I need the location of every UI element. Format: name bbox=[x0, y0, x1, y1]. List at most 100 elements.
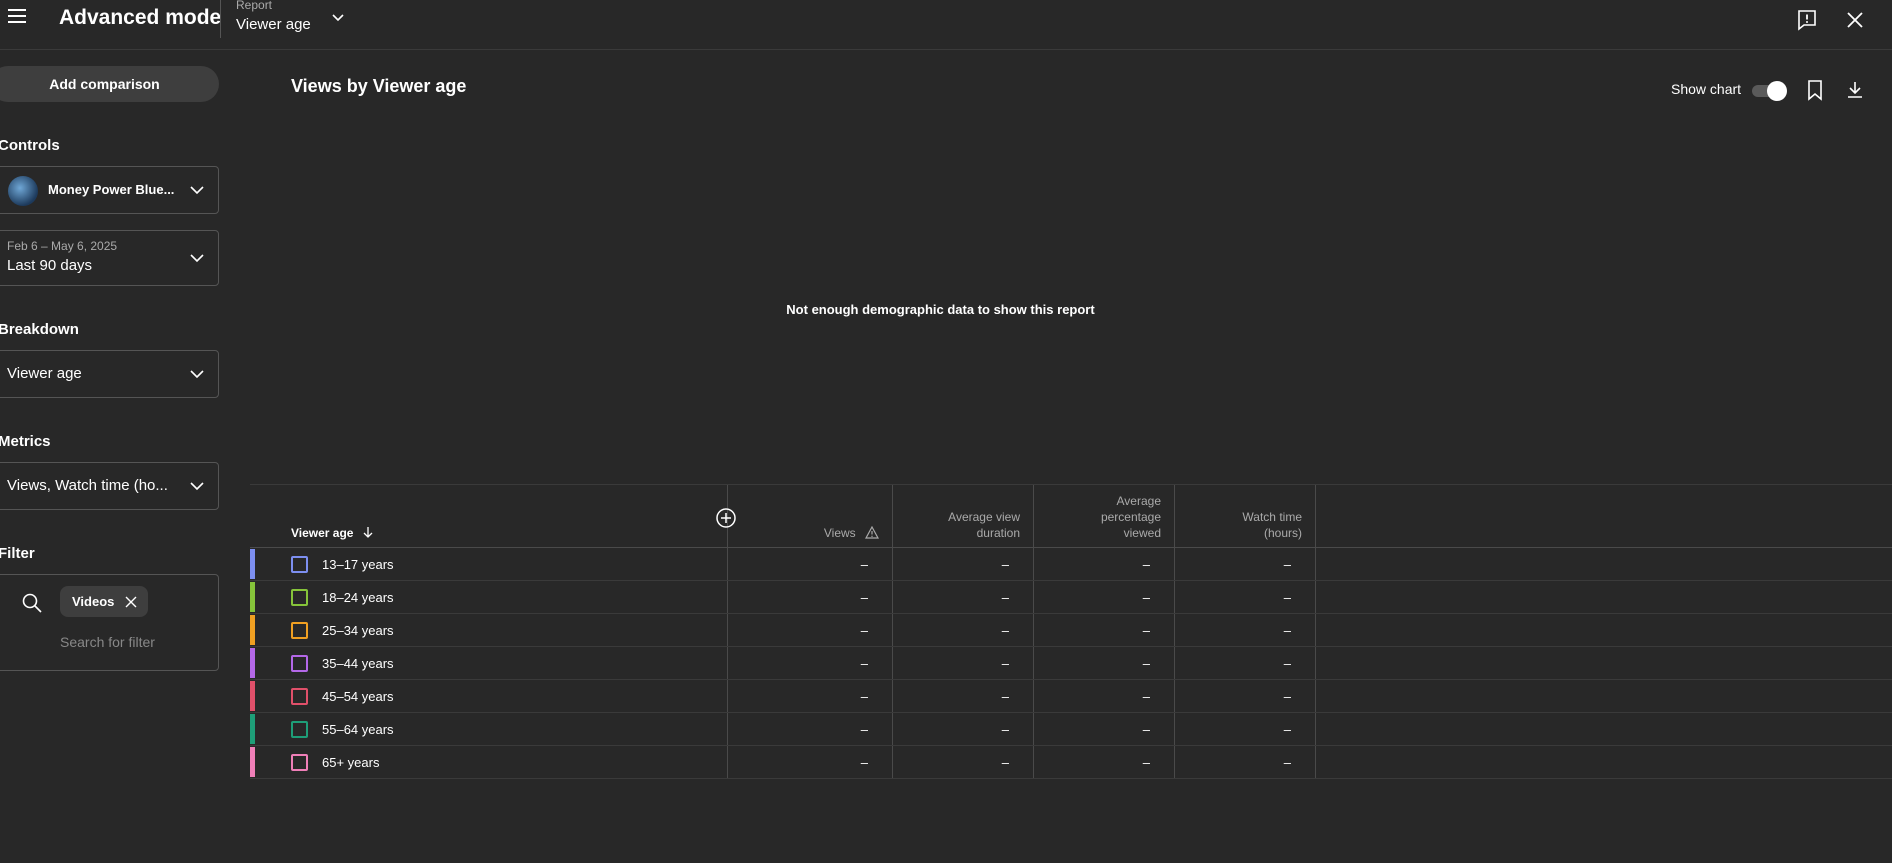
row-color-bar bbox=[250, 615, 255, 645]
chevron-down-icon bbox=[332, 14, 344, 22]
channel-select[interactable]: Money Power Blue... bbox=[0, 166, 219, 214]
filter-chip[interactable]: Videos bbox=[60, 586, 148, 617]
feedback-icon[interactable] bbox=[1795, 8, 1819, 32]
bookmark-icon[interactable] bbox=[1803, 78, 1827, 102]
date-range: Feb 6 – May 6, 2025 bbox=[7, 239, 118, 253]
row-checkbox[interactable] bbox=[291, 589, 308, 606]
column-header-label: Average bbox=[1116, 494, 1161, 508]
column-header-label: percentage bbox=[1100, 510, 1161, 524]
cell-views: – bbox=[860, 590, 868, 605]
chart-title: Views by Viewer age bbox=[291, 76, 467, 96]
row-color-bar bbox=[250, 648, 255, 678]
filter-box: Videos bbox=[0, 574, 219, 671]
cell-avg-view-duration: – bbox=[1001, 590, 1009, 605]
breakdown-label: Breakdown bbox=[0, 321, 79, 338]
warning-icon bbox=[864, 525, 880, 539]
cell-avg-view-duration: – bbox=[1001, 689, 1009, 704]
row-checkbox[interactable] bbox=[291, 754, 308, 771]
table-row[interactable]: 45–54 years – – – – bbox=[250, 680, 1892, 713]
cell-watch-time: – bbox=[1283, 623, 1291, 638]
add-column-icon[interactable] bbox=[715, 507, 737, 529]
close-icon[interactable] bbox=[1843, 8, 1867, 32]
row-color-bar bbox=[250, 549, 255, 579]
filter-chip-label: Videos bbox=[72, 594, 115, 609]
row-checkbox[interactable] bbox=[291, 622, 308, 639]
report-select[interactable]: Report Viewer age bbox=[236, 0, 348, 40]
row-label: 18–24 years bbox=[322, 590, 394, 605]
chevron-down-icon bbox=[190, 186, 204, 195]
filter-label: Filter bbox=[0, 545, 35, 562]
data-table: Viewer age Views Average view duration A… bbox=[250, 484, 1892, 779]
cell-watch-time: – bbox=[1283, 656, 1291, 671]
row-label: 65+ years bbox=[322, 755, 380, 770]
cell-watch-time: – bbox=[1283, 722, 1291, 737]
show-chart-label: Show chart bbox=[1671, 81, 1742, 97]
chevron-down-icon bbox=[190, 482, 204, 491]
close-icon[interactable] bbox=[125, 596, 137, 608]
column-header-label: viewed bbox=[1123, 526, 1161, 540]
cell-views: – bbox=[860, 755, 868, 770]
table-row[interactable]: 25–34 years – – – – bbox=[250, 614, 1892, 647]
cell-avg-pct: – bbox=[1142, 689, 1150, 704]
menu-icon[interactable] bbox=[4, 4, 30, 30]
column-header-label: duration bbox=[976, 526, 1020, 540]
cell-views: – bbox=[860, 623, 868, 638]
cell-watch-time: – bbox=[1283, 590, 1291, 605]
table-row[interactable]: 18–24 years – – – – bbox=[250, 581, 1892, 614]
column-header-views[interactable]: Views bbox=[807, 525, 880, 541]
column-header-label: (hours) bbox=[1263, 526, 1302, 540]
row-label: 35–44 years bbox=[322, 656, 394, 671]
column-header-avg-percentage[interactable]: Average percentage viewed bbox=[1050, 493, 1161, 541]
controls-label: Controls bbox=[0, 137, 60, 154]
add-comparison-button[interactable]: Add comparison bbox=[0, 66, 219, 102]
cell-avg-pct: – bbox=[1142, 656, 1150, 671]
row-label: 55–64 years bbox=[322, 722, 394, 737]
column-header-label: Watch time bbox=[1242, 510, 1302, 524]
date-label: Last 90 days bbox=[7, 257, 93, 274]
cell-avg-view-duration: – bbox=[1001, 623, 1009, 638]
main-panel: Views by Viewer age Show chart Not enoug… bbox=[250, 50, 1892, 863]
chevron-down-icon bbox=[190, 254, 204, 263]
cell-watch-time: – bbox=[1283, 557, 1291, 572]
row-label: 25–34 years bbox=[322, 623, 394, 638]
cell-avg-pct: – bbox=[1142, 623, 1150, 638]
metrics-select[interactable]: Views, Watch time (ho... bbox=[0, 462, 219, 510]
channel-name: Money Power Blue... bbox=[48, 182, 175, 197]
date-range-select[interactable]: Feb 6 – May 6, 2025 Last 90 days bbox=[0, 230, 219, 286]
show-chart-toggle[interactable] bbox=[1750, 81, 1787, 101]
cell-views: – bbox=[860, 689, 868, 704]
table-row[interactable]: 13–17 years – – – – bbox=[250, 548, 1892, 581]
row-label: 45–54 years bbox=[322, 689, 394, 704]
arrow-down-icon bbox=[363, 527, 373, 538]
cell-avg-view-duration: – bbox=[1001, 722, 1009, 737]
cell-views: – bbox=[860, 557, 868, 572]
filter-search-input[interactable] bbox=[60, 630, 210, 654]
row-checkbox[interactable] bbox=[291, 721, 308, 738]
table-row[interactable]: 65+ years – – – – bbox=[250, 746, 1892, 779]
app-title: Advanced mode bbox=[59, 6, 222, 29]
cell-avg-pct: – bbox=[1142, 557, 1150, 572]
column-header-avg-view-duration[interactable]: Average view duration bbox=[910, 509, 1020, 541]
cell-views: – bbox=[860, 656, 868, 671]
column-header-watch-time[interactable]: Watch time (hours) bbox=[1190, 509, 1302, 541]
table-body: 13–17 years – – – –18–24 years – – – –25–34 year… bbox=[250, 548, 1892, 779]
breakdown-select[interactable]: Viewer age bbox=[0, 350, 219, 398]
cell-watch-time: – bbox=[1283, 755, 1291, 770]
row-color-bar bbox=[250, 747, 255, 777]
cell-avg-view-duration: – bbox=[1001, 557, 1009, 572]
cell-avg-pct: – bbox=[1142, 590, 1150, 605]
cell-views: – bbox=[860, 722, 868, 737]
cell-watch-time: – bbox=[1283, 689, 1291, 704]
table-header: Viewer age Views Average view duration A… bbox=[250, 484, 1892, 548]
download-icon[interactable] bbox=[1843, 78, 1867, 102]
report-caption: Report bbox=[236, 0, 273, 12]
table-row[interactable]: 55–64 years – – – – bbox=[250, 713, 1892, 746]
chevron-down-icon bbox=[190, 370, 204, 379]
divider bbox=[220, 0, 221, 38]
row-color-bar bbox=[250, 714, 255, 744]
table-row[interactable]: 35–44 years – – – – bbox=[250, 647, 1892, 680]
row-checkbox[interactable] bbox=[291, 688, 308, 705]
row-checkbox[interactable] bbox=[291, 556, 308, 573]
column-header-viewer-age[interactable]: Viewer age bbox=[291, 525, 375, 541]
row-checkbox[interactable] bbox=[291, 655, 308, 672]
